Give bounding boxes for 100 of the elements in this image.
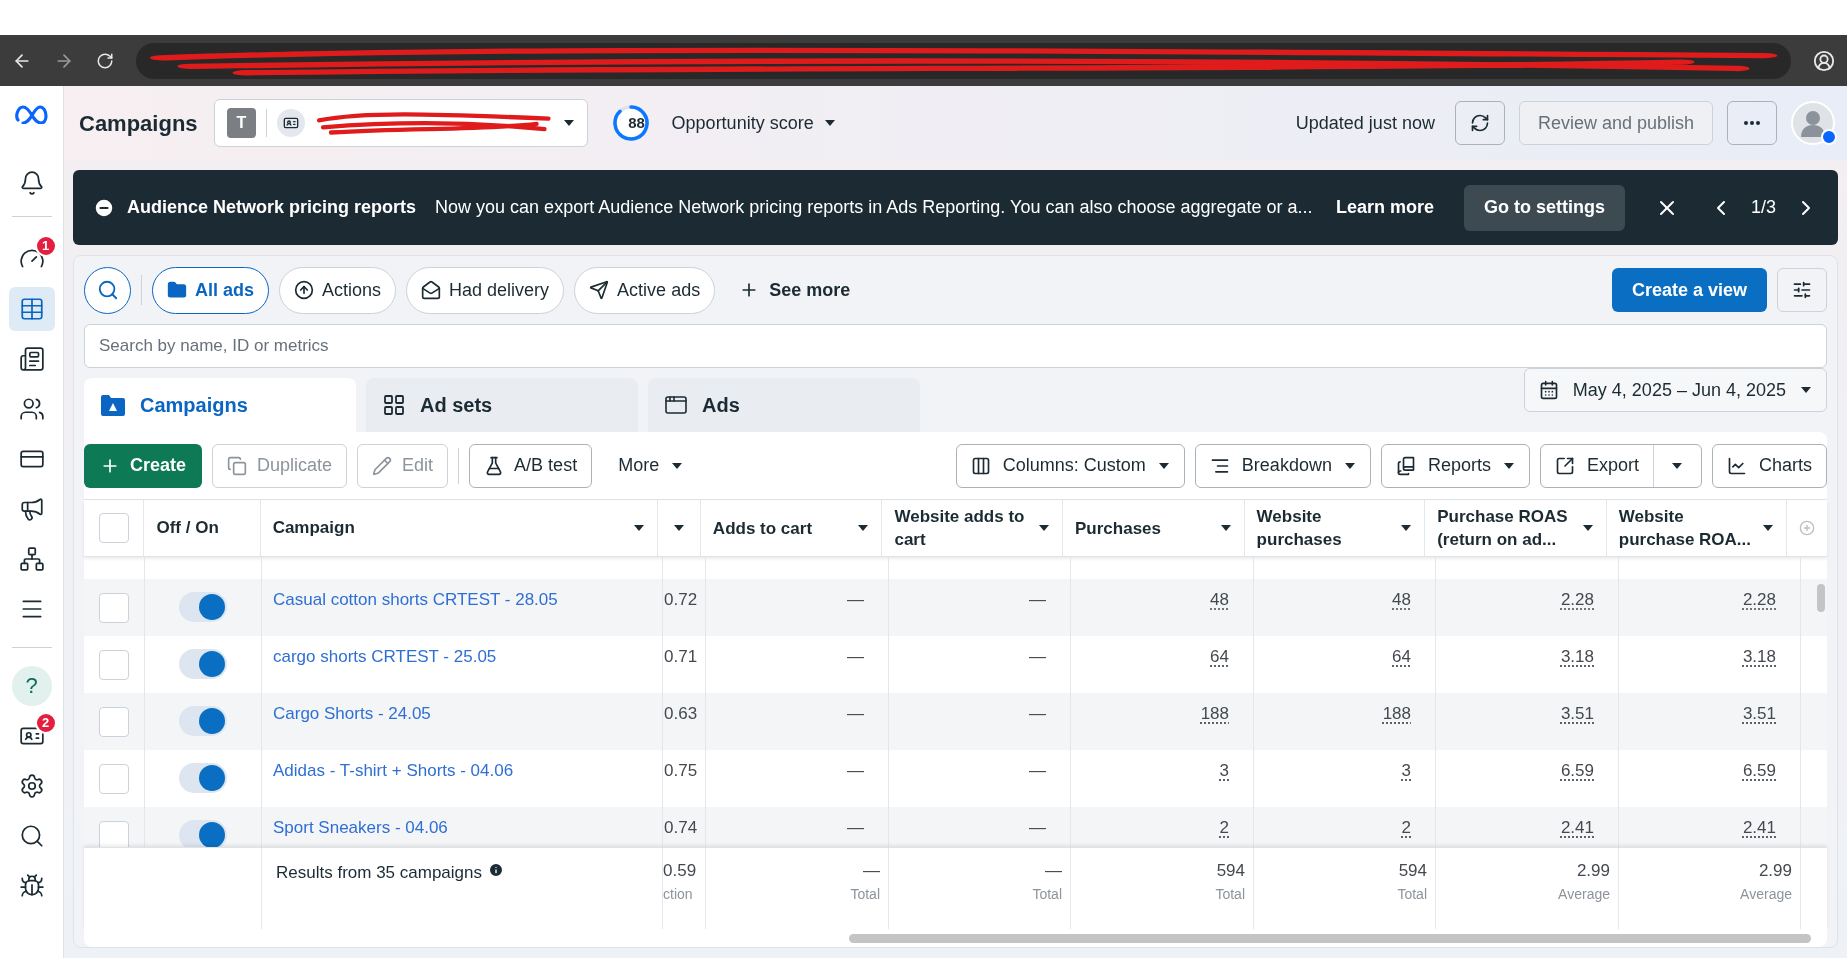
create-view-button[interactable]: Create a view (1611, 268, 1767, 312)
caret-icon (1581, 524, 1594, 532)
total-value: — (863, 860, 880, 882)
caret-icon (1502, 461, 1515, 470)
go-to-settings-button[interactable]: Go to settings (1463, 184, 1625, 231)
column-header[interactable]: Off / On (156, 515, 219, 541)
copy-icon (227, 455, 248, 476)
table-cell: 48 (1210, 590, 1229, 609)
view-settings-button[interactable] (1777, 268, 1827, 312)
envelope-icon (421, 280, 442, 300)
profile-avatar[interactable] (1791, 101, 1835, 145)
filter-chip[interactable]: All ads (152, 266, 270, 314)
pencil-icon (372, 455, 393, 476)
toolbar-button[interactable]: Create (84, 443, 203, 488)
level-tab[interactable]: Ads (648, 378, 920, 432)
table-cell: 3.51 (1560, 704, 1594, 723)
column-header[interactable]: Website purchases (1256, 505, 1395, 551)
filter-chip[interactable]: Active ads (574, 266, 716, 314)
notification-badge: 2 (34, 712, 57, 734)
column-header[interactable]: Website adds to cart (894, 505, 1033, 551)
search-field[interactable]: Search by name, ID or metrics (84, 324, 1827, 368)
table-cell: 2.28 (1560, 590, 1594, 609)
select-all-checkbox[interactable] (98, 513, 129, 543)
info-icon[interactable] (488, 862, 504, 878)
filter-chip[interactable]: Actions (279, 266, 397, 314)
caret-icon (671, 461, 684, 470)
table-cell: 64 (1392, 647, 1411, 666)
grid-icon (382, 393, 406, 417)
table-cell: — (847, 761, 864, 780)
row-checkbox[interactable] (99, 821, 129, 847)
row-checkbox[interactable] (99, 650, 129, 680)
search-button[interactable] (84, 266, 131, 314)
table-cell: 2.41 (1560, 818, 1594, 837)
search-icon (18, 823, 45, 849)
vertical-scrollbar[interactable] (1817, 584, 1825, 612)
toggle-switch[interactable] (179, 820, 227, 847)
table-cell: — (1029, 818, 1046, 837)
row-checkbox[interactable] (99, 593, 129, 623)
level-tab[interactable]: Campaigns (84, 378, 356, 432)
table-cell: — (1029, 590, 1046, 609)
folder-icon (167, 280, 187, 300)
toolbar-button[interactable]: Breakdown (1194, 443, 1371, 488)
ad-account-icon (277, 109, 305, 137)
toolbar-button[interactable]: Reports (1380, 443, 1530, 488)
toolbar-button[interactable]: Columns: Custom (955, 443, 1185, 488)
row-checkbox[interactable] (99, 764, 129, 794)
campaign-link[interactable]: Cargo Shorts - 24.05 (273, 704, 431, 723)
sidebar-item[interactable]: 1 (8, 237, 55, 281)
folder-icon (100, 393, 126, 417)
horizontal-scrollbar[interactable] (849, 934, 1811, 943)
table-cell: — (847, 818, 864, 837)
column-header[interactable]: Adds to cart (712, 516, 813, 540)
table-cell: 2 (1401, 818, 1411, 837)
column-header[interactable]: Purchase ROAS (return on ad... (1437, 505, 1576, 551)
calendar-icon (1538, 380, 1559, 400)
toggle-switch[interactable] (179, 706, 227, 736)
level-tab[interactable]: Ad sets (366, 378, 638, 432)
column-header[interactable]: Campaign (272, 515, 355, 541)
more-dropdown[interactable]: More (602, 443, 700, 488)
table-cell: — (847, 704, 864, 723)
row-checkbox[interactable] (99, 707, 129, 737)
table-cell: 2.28 (1742, 590, 1776, 609)
column-header[interactable]: Purchases (1075, 516, 1162, 540)
profile-icon[interactable] (1813, 49, 1835, 72)
toolbar-button[interactable]: A/B test (469, 443, 593, 488)
toggle-switch[interactable] (179, 649, 227, 679)
campaign-link[interactable]: Adidas - T-shirt + Shorts - 04.06 (273, 761, 514, 780)
table-cell: — (1029, 647, 1046, 666)
reports-icon (1395, 455, 1416, 476)
campaign-link[interactable]: Sport Sneakers - 04.06 (273, 818, 448, 837)
campaign-link[interactable]: Casual cotton shorts CRTEST - 28.05 (273, 590, 558, 609)
banner-title: Audience Network pricing reports (127, 196, 417, 219)
total-value: 594 (1216, 860, 1245, 882)
reload-icon[interactable] (96, 51, 114, 70)
campaign-link[interactable]: cargo shorts CRTEST - 25.05 (273, 647, 497, 666)
banner-pager: 1/3 (1750, 196, 1776, 219)
date-range-picker[interactable]: May 4, 2025 – Jun 4, 2025 (1523, 368, 1827, 412)
account-selector[interactable]: T (213, 99, 588, 147)
send-icon (589, 280, 610, 300)
total-label: Total (1032, 884, 1062, 904)
filter-chip[interactable]: Had delivery (406, 266, 565, 314)
sidebar-item[interactable]: 2 (8, 714, 55, 758)
arrow-up-circle-icon (294, 280, 315, 300)
toolbar-button[interactable]: Charts (1712, 443, 1827, 488)
table-icon (18, 296, 45, 322)
toggle-switch[interactable] (179, 763, 227, 793)
notifications-icon[interactable] (18, 170, 45, 196)
table-cell: 3.18 (1742, 647, 1776, 666)
toggle-switch[interactable] (179, 592, 227, 622)
review-publish-button[interactable]: Review and publish (1518, 101, 1713, 145)
table-cell: — (847, 647, 864, 666)
window-icon (664, 393, 688, 417)
see-more-button[interactable]: See more (725, 266, 865, 314)
learn-more-link[interactable]: Learn more (1335, 194, 1434, 221)
update-status: Updated just now (1295, 111, 1435, 135)
caret-icon (857, 524, 870, 532)
score-value: 88 (627, 112, 646, 133)
refresh-button[interactable] (1454, 101, 1505, 145)
column-header[interactable]: Website purchase ROA... (1618, 505, 1757, 551)
opportunity-score-dropdown[interactable]: Opportunity score (671, 109, 836, 137)
